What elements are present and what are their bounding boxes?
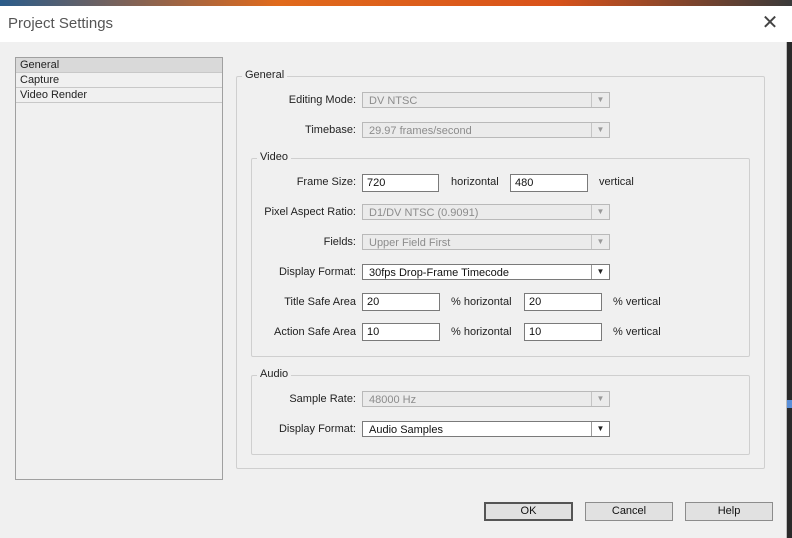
ok-button[interactable]: OK [484, 502, 573, 521]
title-safe-horizontal-input[interactable]: 20 [362, 293, 440, 311]
fields-label: Fields: [323, 236, 356, 248]
fields-value: Upper Field First [369, 237, 451, 249]
pixel-aspect-ratio-label: Pixel Aspect Ratio: [264, 206, 356, 218]
dialog-body: General Capture Video Render General Edi… [0, 42, 787, 538]
video-group-label: Video [257, 151, 291, 163]
title-safe-vertical-label: % vertical [613, 296, 661, 308]
display-format-value: 30fps Drop-Frame Timecode [369, 267, 509, 279]
timebase-select[interactable]: 29.97 frames/second ▼ [362, 122, 610, 138]
sample-rate-label: Sample Rate: [289, 393, 356, 405]
pixel-aspect-ratio-select[interactable]: D1/DV NTSC (0.9091) ▼ [362, 204, 610, 220]
action-safe-area-label: Action Safe Area [274, 326, 356, 338]
frame-size-horizontal-label: horizontal [451, 176, 499, 188]
title-bar: Project Settings ✕ [0, 6, 792, 42]
audio-display-format-value: Audio Samples [369, 424, 443, 436]
chevron-down-icon: ▼ [591, 422, 609, 436]
chevron-down-icon: ▼ [591, 93, 609, 107]
pixel-aspect-ratio-value: D1/DV NTSC (0.9091) [369, 207, 479, 219]
display-format-select[interactable]: 30fps Drop-Frame Timecode ▼ [362, 264, 610, 280]
audio-display-format-select[interactable]: Audio Samples ▼ [362, 421, 610, 437]
sample-rate-select[interactable]: 48000 Hz ▼ [362, 391, 610, 407]
background-window-accent [787, 400, 792, 408]
action-safe-vertical-input[interactable]: 10 [524, 323, 602, 341]
help-button[interactable]: Help [685, 502, 773, 521]
settings-category-list: General Capture Video Render [15, 57, 223, 480]
title-safe-horizontal-label: % horizontal [451, 296, 512, 308]
action-safe-horizontal-input[interactable]: 10 [362, 323, 440, 341]
timebase-value: 29.97 frames/second [369, 125, 472, 137]
chevron-down-icon: ▼ [591, 235, 609, 249]
audio-group [251, 375, 750, 455]
chevron-down-icon: ▼ [591, 205, 609, 219]
frame-size-label: Frame Size: [296, 176, 356, 188]
title-safe-vertical-input[interactable]: 20 [524, 293, 602, 311]
window-title: Project Settings [8, 15, 114, 32]
close-button[interactable]: ✕ [758, 12, 782, 34]
editing-mode-select[interactable]: DV NTSC ▼ [362, 92, 610, 108]
frame-size-vertical-input[interactable]: 480 [510, 174, 588, 192]
audio-display-format-label: Display Format: [278, 423, 356, 435]
title-safe-area-label: Title Safe Area [284, 296, 356, 308]
action-safe-horizontal-label: % horizontal [451, 326, 512, 338]
nav-item-general[interactable]: General [16, 58, 222, 73]
action-safe-vertical-label: % vertical [613, 326, 661, 338]
editing-mode-value: DV NTSC [369, 95, 418, 107]
sample-rate-value: 48000 Hz [369, 394, 417, 406]
cancel-button[interactable]: Cancel [585, 502, 673, 521]
nav-item-capture[interactable]: Capture [16, 73, 222, 88]
audio-group-label: Audio [257, 368, 292, 380]
chevron-down-icon: ▼ [591, 265, 609, 279]
timebase-label: Timebase: [305, 124, 356, 136]
display-format-label: Display Format: [278, 266, 356, 278]
nav-item-video-render[interactable]: Video Render [16, 88, 222, 103]
chevron-down-icon: ▼ [591, 392, 609, 406]
close-icon: ✕ [761, 12, 779, 34]
frame-size-horizontal-input[interactable]: 720 [362, 174, 439, 192]
editing-mode-label: Editing Mode: [288, 94, 356, 106]
background-window-edge [787, 42, 792, 538]
chevron-down-icon: ▼ [591, 123, 609, 137]
fields-select[interactable]: Upper Field First ▼ [362, 234, 610, 250]
general-group-label: General [242, 69, 288, 81]
frame-size-vertical-label: vertical [599, 176, 634, 188]
